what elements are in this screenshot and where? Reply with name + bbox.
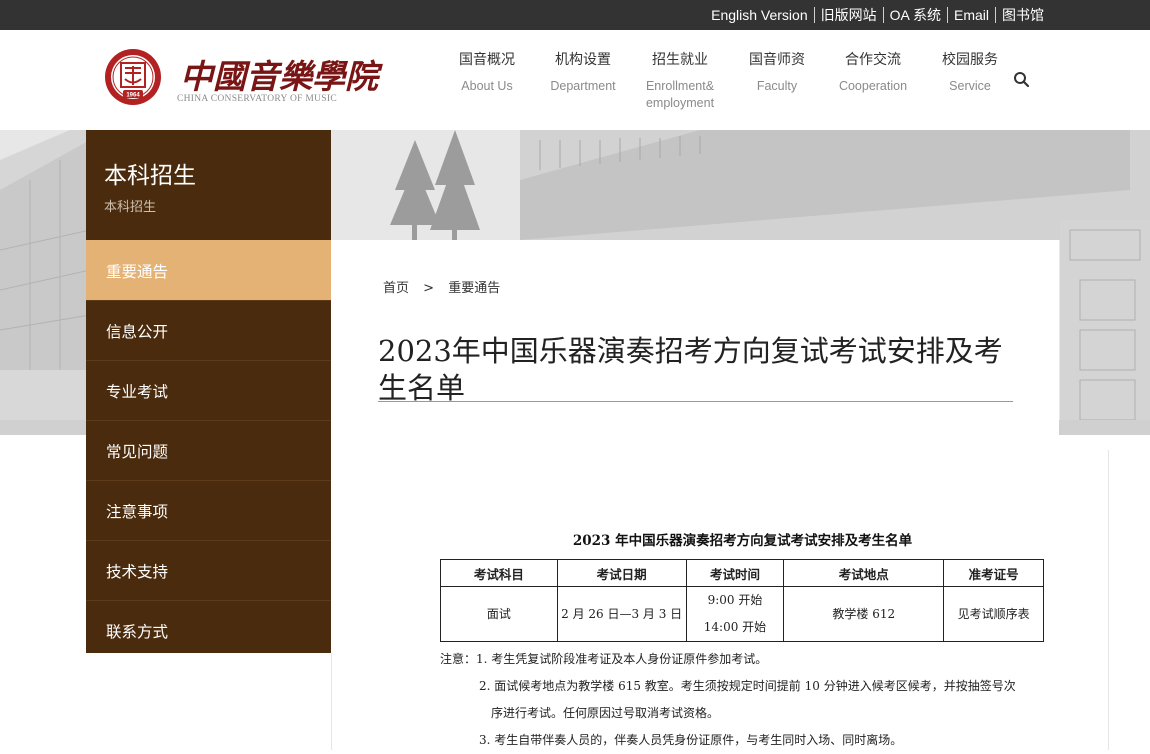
nav-item-service[interactable]: 校园服务 Service	[921, 50, 1019, 95]
table-cell-time: 9:00 开始 14:00 开始	[685, 586, 785, 642]
sidebar-item-notes[interactable]: 注意事项	[86, 480, 331, 540]
site-header: 1964 中國音樂學院 CHINA CONSERVATORY OF MUSIC …	[0, 30, 1150, 130]
school-name-cn: 中國音樂學院	[180, 57, 378, 96]
nav-item-enrollment[interactable]: 招生就业 Enrollment& employment	[631, 50, 729, 112]
breadcrumb-separator: >	[423, 281, 435, 296]
sidebar-item-announcements[interactable]: 重要通告	[86, 240, 331, 300]
divider	[1108, 450, 1109, 750]
column-header: 考试科目	[440, 559, 558, 587]
oa-system-link[interactable]: OA 系统	[884, 7, 947, 23]
note-line: 注意：1. 考生凭复试阶段准考证及本人身份证原件参加考试。	[440, 652, 768, 666]
nav-label-en: Enrollment& employment	[645, 79, 715, 110]
table-cell-location: 教学楼 612	[783, 586, 945, 642]
nav-item-faculty[interactable]: 国音师资 Faculty	[728, 50, 826, 95]
divider	[331, 653, 332, 750]
breadcrumb-home-link[interactable]: 首页	[383, 281, 409, 296]
table-header-row: 考试科目 考试日期 考试时间 考试地点 准考证号	[440, 559, 1044, 587]
nav-item-department[interactable]: 机构设置 Department	[534, 50, 632, 95]
page-title: 2023年中国乐器演奏招考方向复试考试安排及考生名单	[378, 334, 1003, 406]
sidebar-item-label: 专业考试	[106, 383, 169, 401]
sidebar-subtitle: 本科招生	[104, 200, 157, 215]
nav-label-en: About Us	[461, 79, 513, 93]
utility-links: English Version 旧版网站 OA 系统 Email 图书馆	[705, 0, 1050, 30]
nav-label-en: Faculty	[756, 79, 798, 93]
nav-label-cn: 机构设置	[555, 52, 611, 68]
sidebar-item-faq[interactable]: 常见问题	[86, 420, 331, 480]
sidebar-title: 本科招生	[104, 163, 196, 189]
table-cell-date: 2 月 26 日—3 月 3 日	[556, 586, 687, 642]
note-line: 2. 面试候考地点为教学楼 615 教室。考生须按规定时间提前 10 分钟进入候…	[479, 679, 1016, 693]
nav-label-cn: 国音概况	[459, 52, 515, 68]
column-header: 准考证号	[943, 559, 1044, 587]
exam-schedule-table: 考试科目 考试日期 考试时间 考试地点 准考证号 面试 2 月 26 日—3 月…	[440, 559, 1044, 642]
school-name-en: CHINA CONSERVATORY OF MUSIC	[177, 94, 337, 104]
note-line: 序进行考试。任何原因过号取消考试资格。	[491, 706, 720, 720]
sidebar-item-label: 技术支持	[106, 563, 169, 581]
sidebar: 本科招生 本科招生 重要通告 信息公开 专业考试 常见问题 注意事项 技术支持 …	[86, 130, 331, 653]
table-cell-ticket: 见考试顺序表	[943, 586, 1044, 642]
english-version-link[interactable]: English Version	[705, 7, 814, 23]
sidebar-item-info-disclosure[interactable]: 信息公开	[86, 300, 331, 360]
sidebar-item-tech-support[interactable]: 技术支持	[86, 540, 331, 600]
breadcrumb: 首页 > 重要通告	[383, 277, 510, 296]
column-header: 考试地点	[783, 559, 945, 587]
column-header: 考试日期	[556, 559, 687, 587]
nav-label-en: Service	[949, 79, 991, 93]
column-header: 考试时间	[685, 559, 785, 587]
school-seal-icon: 1964	[105, 49, 161, 105]
sidebar-item-contact[interactable]: 联系方式	[86, 600, 331, 660]
nav-label-en: Cooperation	[838, 79, 908, 93]
table-cell-subject: 面试	[440, 586, 558, 642]
nav-label-cn: 合作交流	[845, 52, 901, 68]
top-utility-bar: English Version 旧版网站 OA 系统 Email 图书馆	[0, 0, 1150, 30]
nav-item-cooperation[interactable]: 合作交流 Cooperation	[824, 50, 922, 95]
sidebar-item-professional-exam[interactable]: 专业考试	[86, 360, 331, 420]
sidebar-item-label: 常见问题	[106, 443, 169, 461]
sidebar-header: 本科招生 本科招生	[86, 130, 331, 240]
document-heading: 2023 年中国乐器演奏招考方向复试考试安排及考生名单	[572, 533, 913, 549]
title-divider	[378, 401, 1013, 402]
school-logo[interactable]: 1964 中國音樂學院 CHINA CONSERVATORY OF MUSIC	[104, 46, 378, 108]
nav-item-about[interactable]: 国音概况 About Us	[438, 50, 536, 95]
search-icon[interactable]	[1012, 70, 1032, 90]
email-link[interactable]: Email	[948, 7, 995, 23]
nav-label-cn: 校园服务	[942, 52, 998, 68]
nav-label-cn: 国音师资	[749, 52, 805, 68]
sidebar-item-label: 注意事项	[106, 503, 169, 521]
seal-year: 1964	[126, 93, 140, 99]
table-row: 面试 2 月 26 日—3 月 3 日 9:00 开始 14:00 开始 教学楼…	[440, 586, 1044, 642]
nav-label-en: Department	[550, 79, 616, 93]
time-slot: 9:00 开始	[707, 593, 763, 607]
time-slot: 14:00 开始	[703, 620, 767, 634]
sidebar-item-label: 信息公开	[106, 323, 169, 341]
nav-label-cn: 招生就业	[652, 52, 708, 68]
breadcrumb-current[interactable]: 重要通告	[448, 281, 500, 296]
old-site-link[interactable]: 旧版网站	[815, 7, 883, 23]
notes-section: 注意：1. 考生凭复试阶段准考证及本人身份证原件参加考试。 2. 面试候考地点为…	[440, 646, 1050, 754]
library-link[interactable]: 图书馆	[996, 7, 1050, 23]
sidebar-item-label: 联系方式	[106, 623, 169, 641]
sidebar-item-label: 重要通告	[106, 263, 169, 281]
